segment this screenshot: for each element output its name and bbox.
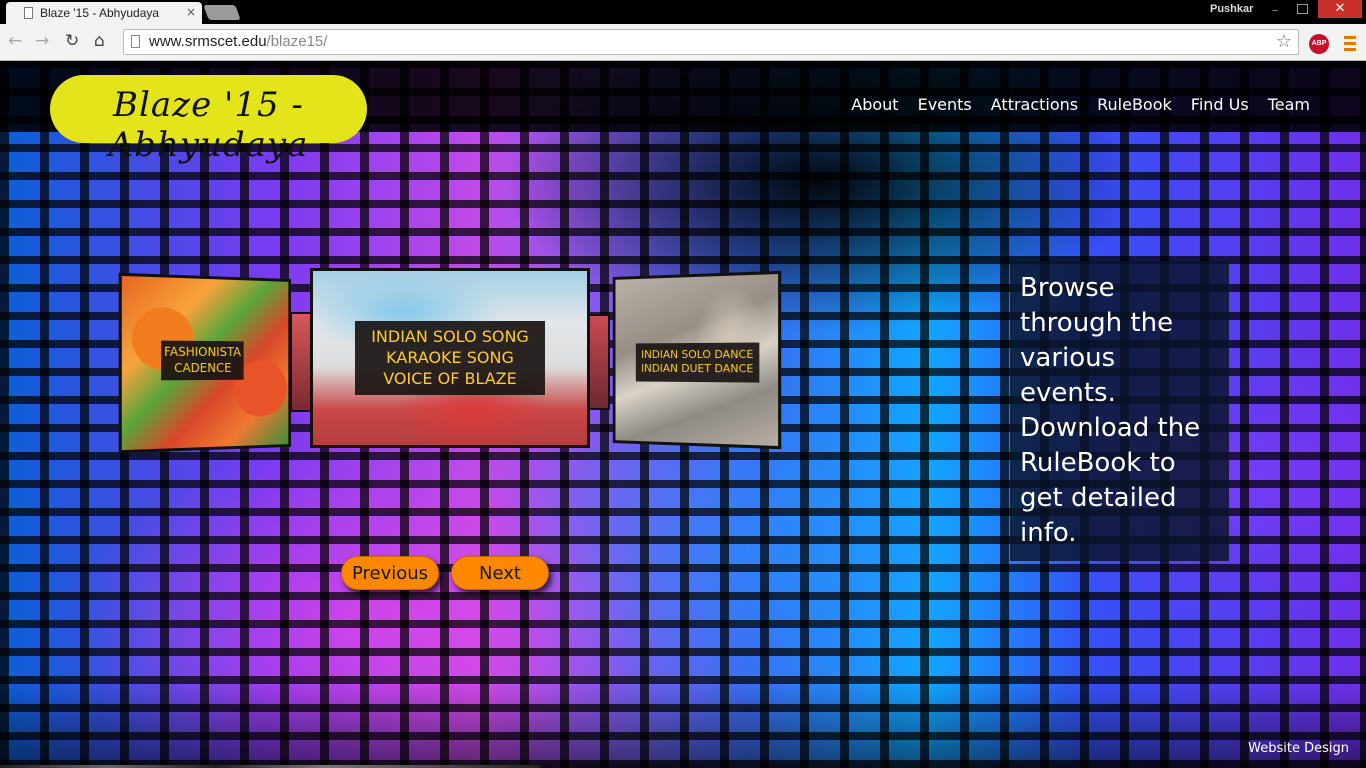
url-domain: www.srmscet.edu (149, 33, 267, 50)
nav-rulebook[interactable]: RuleBook (1097, 95, 1172, 114)
url-path: /blaze15/ (266, 33, 328, 50)
card-label-line: KARAOKE SONG (386, 347, 514, 367)
home-icon[interactable]: ⌂ (94, 31, 105, 51)
card-label-line: CADENCE (174, 360, 232, 375)
browser-titlebar: Blaze '15 - Abhyudaya × Pushkar – ✕ (0, 0, 1366, 24)
background-floor (0, 682, 1366, 768)
site-logo[interactable]: Blaze '15 - Abhyudaya (50, 75, 367, 165)
carousel-card-fashion[interactable]: FASHIONISTA CADENCE (118, 272, 292, 454)
reload-icon[interactable]: ↻ (65, 31, 79, 51)
tab-title: Blaze '15 - Abhyudaya (40, 6, 160, 20)
menu-icon[interactable] (1344, 36, 1356, 54)
forward-icon[interactable]: → (35, 31, 49, 51)
main-nav: About Events Attractions RuleBook Find U… (851, 95, 1310, 114)
close-window-icon[interactable]: ✕ (1318, 0, 1362, 18)
maximize-icon[interactable] (1297, 4, 1308, 14)
site-header: Blaze '15 - Abhyudaya About Events Attra… (0, 62, 1366, 165)
card-label-line: INDIAN DUET DANCE (641, 362, 754, 376)
info-panel: Browse through the various events. Downl… (1010, 261, 1229, 561)
browser-tab[interactable]: Blaze '15 - Abhyudaya × (6, 2, 202, 24)
logo-text: Blaze '15 - Abhyudaya (108, 85, 309, 165)
card-label: INDIAN SOLO DANCE INDIAN DUET DANCE (635, 342, 760, 383)
nav-team[interactable]: Team (1268, 95, 1310, 114)
tab-close-icon[interactable]: × (186, 5, 196, 19)
carousel-card-dance[interactable]: INDIAN SOLO DANCE INDIAN DUET DANCE (612, 270, 782, 450)
next-button[interactable]: Next (451, 556, 549, 590)
page-icon (24, 7, 33, 19)
star-icon[interactable]: ☆ (1276, 31, 1292, 52)
page-info-icon[interactable] (131, 35, 140, 48)
previous-button[interactable]: Previous (341, 556, 439, 590)
website-design-link[interactable]: Website Design (1248, 741, 1349, 756)
card-label-line: FASHIONISTA (163, 344, 241, 360)
card-label-line: VOICE OF BLAZE (383, 368, 517, 388)
minimize-icon[interactable]: – (1272, 3, 1278, 17)
new-tab-button[interactable] (203, 5, 241, 20)
info-text: Browse through the various events. Downl… (1020, 273, 1201, 548)
card-label-line: INDIAN SOLO SONG (371, 327, 529, 346)
page: Blaze '15 - Abhyudaya About Events Attra… (0, 62, 1366, 768)
profile-name[interactable]: Pushkar (1210, 3, 1253, 15)
browser-toolbar: ← → ↻ ⌂ www.srmscet.edu/blaze15/ ☆ (0, 24, 1366, 61)
nav-attractions[interactable]: Attractions (991, 95, 1078, 114)
card-label: FASHIONISTA CADENCE (161, 340, 244, 381)
card-label: INDIAN SOLO SONG KARAOKE SONG VOICE OF B… (355, 321, 545, 396)
url-text[interactable]: www.srmscet.edu/blaze15/ (149, 33, 327, 50)
address-bar[interactable]: www.srmscet.edu/blaze15/ ☆ (123, 29, 1299, 55)
card-label-line: INDIAN SOLO DANCE (641, 347, 754, 362)
adblock-icon[interactable]: ABP (1309, 34, 1329, 54)
nav-about[interactable]: About (851, 95, 898, 114)
carousel-card-singing[interactable]: INDIAN SOLO SONG KARAOKE SONG VOICE OF B… (310, 268, 590, 448)
events-carousel: FASHIONISTA CADENCE INDIAN SOLO SONG KAR… (112, 268, 792, 458)
nav-find-us[interactable]: Find Us (1191, 95, 1249, 114)
nav-events[interactable]: Events (918, 95, 972, 114)
back-icon[interactable]: ← (8, 31, 22, 51)
